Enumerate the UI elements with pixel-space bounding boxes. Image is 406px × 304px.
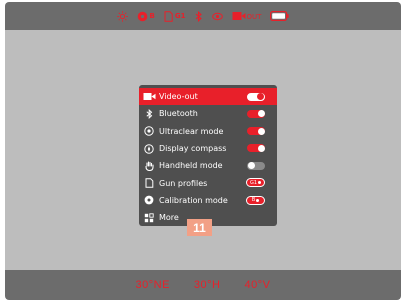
gun-profile-value: G1	[249, 179, 258, 186]
bearing-readout: 30°NE	[135, 279, 170, 291]
calibration-icon	[139, 192, 159, 209]
menu-item-ultraclear-mode[interactable]: Ultraclear mode	[139, 123, 277, 140]
calibration-icon: B	[137, 11, 155, 22]
menu-item-label: More	[159, 213, 179, 223]
ultraclear-toggle[interactable]	[247, 127, 265, 136]
bluetooth-icon	[195, 10, 203, 22]
calibration-label: B	[149, 12, 155, 20]
gun-profile-icon	[139, 175, 159, 192]
menu-item-gun-profiles[interactable]: Gun profiles G1	[139, 174, 277, 191]
gun-profile-selector[interactable]: G1	[246, 178, 265, 188]
settings-menu: Video-out Bluetooth Ultraclear mode Disp…	[139, 85, 277, 226]
video-out-sub-label: OUT	[246, 13, 262, 21]
selector-dot	[258, 181, 262, 185]
menu-item-display-compass[interactable]: Display compass	[139, 140, 277, 157]
bluetooth-icon	[139, 105, 159, 122]
readout-bar: 30°NE 30°H 40°V	[5, 270, 401, 300]
menu-item-handheld-mode[interactable]: Handheld mode	[139, 157, 277, 174]
selector-dot	[256, 198, 260, 202]
callout-badge: 11	[187, 219, 212, 236]
bluetooth-toggle[interactable]	[247, 109, 265, 118]
video-out-icon: OUT	[232, 11, 262, 21]
more-icon	[139, 209, 159, 226]
video-out-toggle[interactable]	[247, 92, 265, 101]
gun-profile-icon: G1	[164, 10, 186, 22]
vertical-angle-readout: 40°V	[244, 279, 271, 291]
calibration-selector[interactable]: B	[246, 195, 265, 205]
horizontal-angle-readout: 30°H	[193, 279, 221, 291]
ultraclear-icon	[211, 11, 223, 22]
compass-icon	[139, 140, 159, 157]
handheld-toggle[interactable]	[247, 161, 265, 170]
eye-icon	[139, 123, 159, 140]
compass-toggle[interactable]	[247, 144, 265, 153]
menu-item-video-out[interactable]: Video-out	[139, 88, 277, 106]
hand-icon	[139, 157, 159, 174]
brightness-icon	[116, 10, 128, 22]
battery-icon	[270, 11, 290, 21]
calibration-value: B	[251, 197, 256, 204]
video-out-icon	[139, 88, 159, 105]
menu-item-bluetooth[interactable]: Bluetooth	[139, 105, 277, 122]
gun-profile-label: G1	[174, 12, 186, 20]
status-bar: B G1 OUT	[5, 2, 401, 30]
menu-item-calibration-mode[interactable]: Calibration mode B	[139, 192, 277, 209]
